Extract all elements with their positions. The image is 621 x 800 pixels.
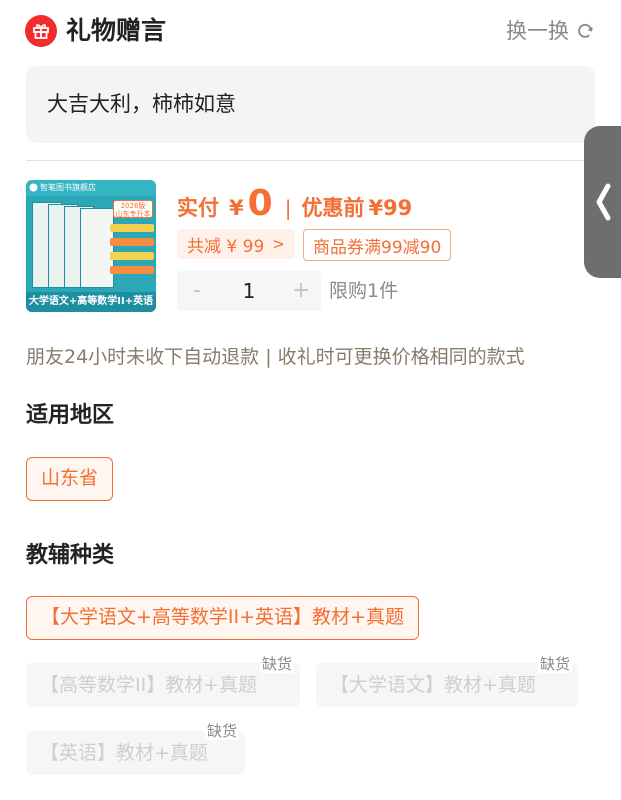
cover-highlight	[110, 238, 154, 246]
chevron-left-icon	[596, 183, 611, 221]
increment-button[interactable]: +	[281, 271, 321, 311]
type-section-title: 教辅种类	[26, 543, 115, 568]
chevron-right-icon: >	[272, 235, 285, 253]
decrement-button[interactable]: -	[177, 271, 217, 311]
product-image[interactable]: 智笔图书旗舰店 2026版 山东专升本 大学语文+高等数学II+英语	[26, 180, 156, 312]
refresh-button[interactable]: 换一换	[506, 17, 595, 45]
book-cover	[80, 208, 114, 288]
divider	[26, 160, 595, 161]
discount-text: 共减 ¥ 99	[187, 236, 265, 257]
type-option[interactable]: 【大学语文+高等数学II+英语】教材+真题	[26, 596, 419, 640]
refresh-label: 换一换	[506, 19, 569, 43]
refresh-icon	[578, 23, 593, 38]
year-tag: 2026版 山东专升本	[113, 200, 153, 218]
price-separator: |	[284, 196, 292, 220]
cover-bottom-text: 大学语文+高等数学II+英语	[26, 292, 156, 312]
quantity-value[interactable]: 1	[225, 271, 273, 311]
out-of-stock-badge: 缺货	[260, 655, 295, 673]
header: 礼物赠言 换一换	[0, 0, 621, 62]
region-option[interactable]: 山东省	[26, 457, 114, 501]
type-option[interactable]: 【高等数学II】教材+真题	[26, 663, 300, 707]
page-title: 礼物赠言	[66, 16, 167, 45]
out-of-stock-badge: 缺货	[538, 655, 573, 673]
cover-highlight	[110, 252, 154, 260]
price-symbol: ¥	[229, 196, 244, 220]
price-value: 0	[247, 183, 273, 224]
side-drawer-tab[interactable]	[584, 126, 621, 278]
refund-notice: 朋友24小时未收下自动退款 | 收礼时可更换价格相同的款式	[26, 346, 525, 368]
price-label: 实付	[177, 196, 219, 220]
original-price-label: 优惠前	[301, 196, 365, 220]
quantity-stepper: - 1 +	[177, 271, 321, 311]
original-price-value: ¥99	[368, 196, 413, 220]
cover-header: 智笔图书旗舰店	[26, 180, 156, 196]
discount-detail-button[interactable]: 共减 ¥ 99 >	[177, 229, 295, 259]
purchase-limit-text: 限购1件	[329, 280, 399, 302]
coupon-badge: 商品券满99减90	[303, 229, 452, 261]
gift-message-text: 大吉大利，柿柿如意	[47, 92, 236, 116]
gift-message-input[interactable]: 大吉大利，柿柿如意	[26, 66, 595, 143]
cover-highlight	[110, 224, 154, 232]
cover-highlight	[110, 266, 154, 274]
brand-logo-icon	[29, 183, 38, 192]
out-of-stock-badge: 缺货	[205, 722, 240, 740]
price-row: 实付 ¥ 0 | 优惠前 ¥99	[177, 183, 413, 224]
gift-icon	[25, 15, 57, 47]
cover-brand-text: 智笔图书旗舰店	[40, 183, 96, 192]
region-section-title: 适用地区	[26, 403, 115, 428]
